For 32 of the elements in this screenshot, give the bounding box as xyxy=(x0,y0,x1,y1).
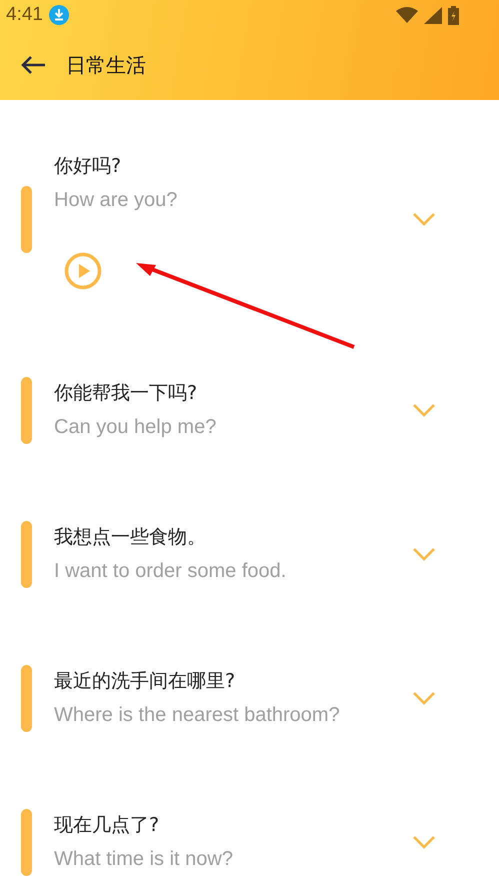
phrase-chinese: 我想点一些食物。 xyxy=(54,525,207,550)
phrase-english: Can you help me? xyxy=(54,415,218,440)
chevron-down-icon[interactable] xyxy=(412,403,436,417)
phrase-english: Where is the nearest bathroom? xyxy=(54,703,341,728)
chevron-down-icon[interactable] xyxy=(412,547,436,561)
phrase-item[interactable]: 你能帮我一下吗? Can you help me? xyxy=(0,338,499,482)
phrase-english: How are you? xyxy=(54,188,178,212)
chevron-down-icon[interactable] xyxy=(412,212,436,226)
chevron-down-icon[interactable] xyxy=(412,691,436,705)
phrase-chinese: 你好吗? xyxy=(54,154,122,178)
phrase-item[interactable]: 你好吗? How are you? xyxy=(0,100,499,338)
signal-icon xyxy=(424,6,442,24)
phrase-item[interactable]: 现在几点了? What time is it now? xyxy=(0,770,499,890)
phrase-english: I want to order some food. xyxy=(54,559,288,584)
status-time: 4:41 xyxy=(6,4,43,26)
accent-bar xyxy=(21,376,32,444)
phrase-chinese: 最近的洗手间在哪里? xyxy=(54,669,236,694)
accent-bar xyxy=(21,808,32,876)
chevron-down-icon[interactable] xyxy=(412,835,436,849)
screen-title: 日常生活 xyxy=(66,52,146,78)
play-button[interactable] xyxy=(64,252,102,290)
download-icon xyxy=(48,5,69,25)
accent-bar xyxy=(21,664,32,732)
phrase-english: What time is it now? xyxy=(54,847,234,872)
accent-bar xyxy=(21,520,32,588)
accent-bar xyxy=(21,186,32,252)
battery-charging-icon xyxy=(448,6,459,24)
phrase-chinese: 现在几点了? xyxy=(54,813,160,838)
wifi-icon xyxy=(396,7,418,23)
phrase-item[interactable]: 我想点一些食物。 I want to order some food. xyxy=(0,482,499,626)
phrase-item[interactable]: 最近的洗手间在哪里? Where is the nearest bathroom? xyxy=(0,626,499,770)
phrase-chinese: 你能帮我一下吗? xyxy=(54,381,198,406)
